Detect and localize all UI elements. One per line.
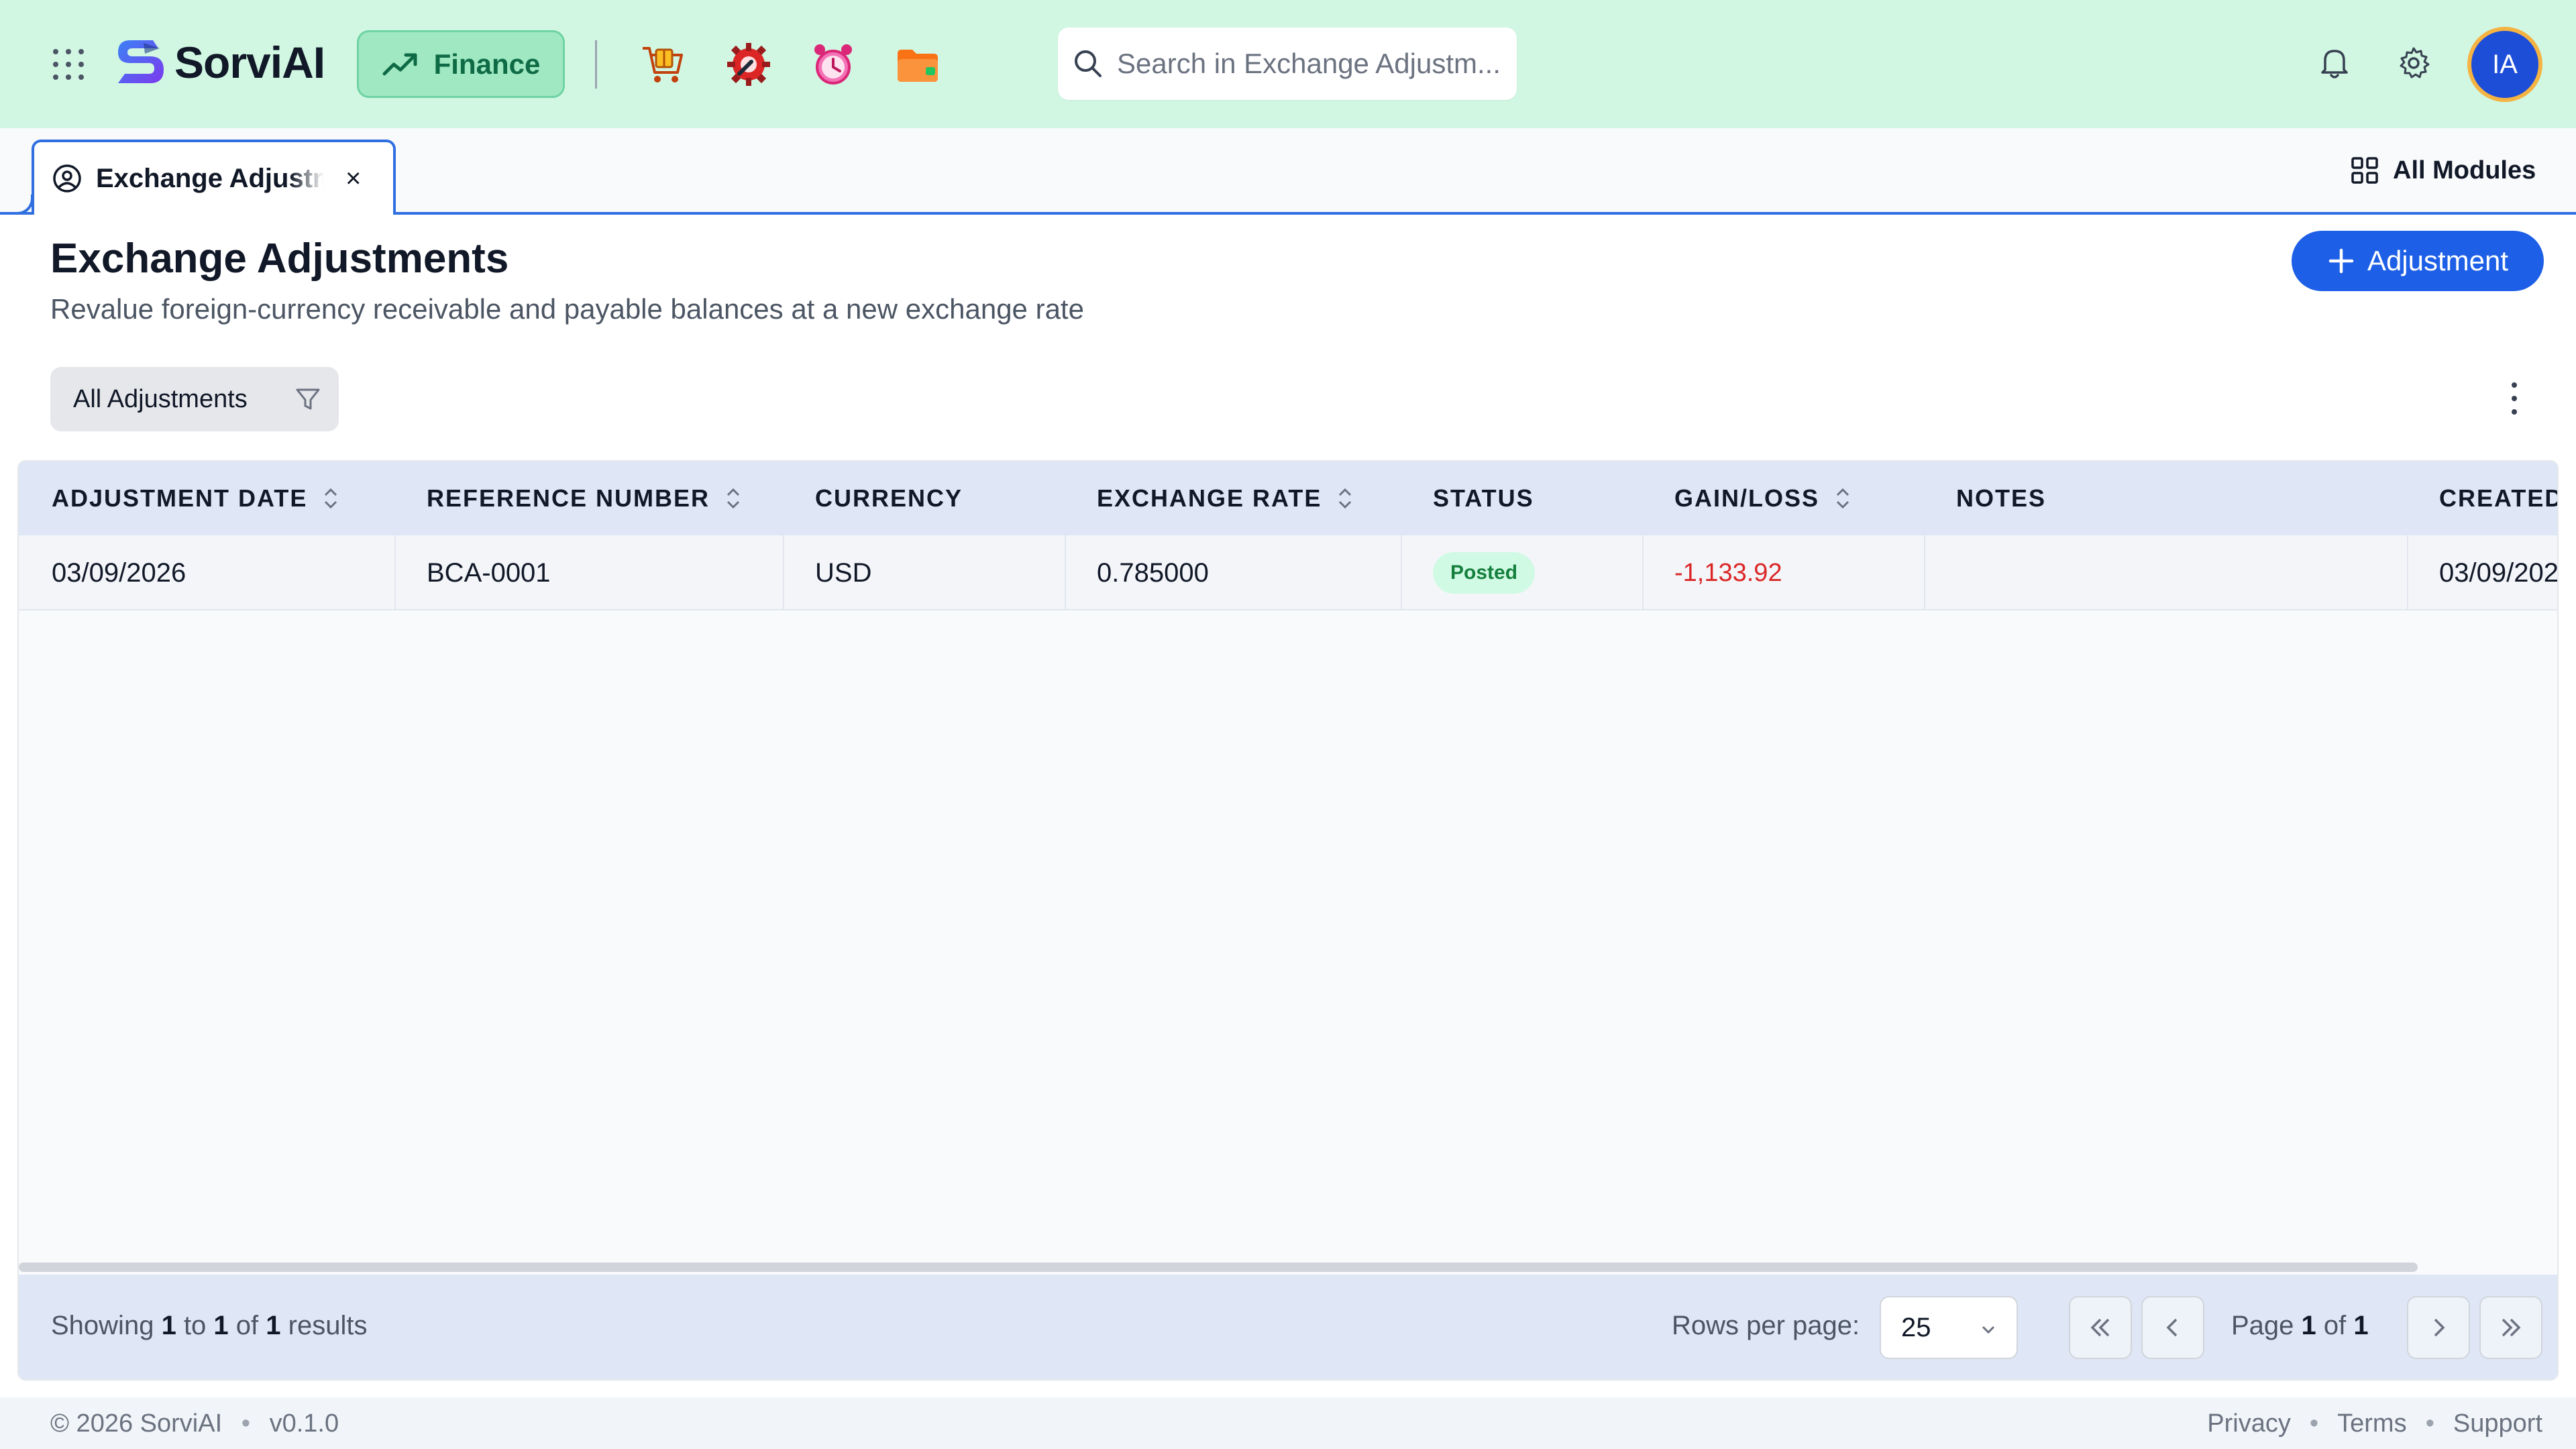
results-summary: Showing 1 to 1 of 1 results [51, 1311, 368, 1340]
cell-exchange-rate: 0.785000 [1097, 557, 1209, 588]
column-divider [1401, 535, 1402, 610]
column-label: NOTES [1956, 484, 2047, 512]
cell-gain-loss: -1,133.92 [1674, 558, 1782, 587]
all-modules-label: All Modules [2393, 156, 2536, 184]
user-circle-icon [53, 164, 81, 193]
chevrons-left-icon [2090, 1318, 2110, 1337]
column-label: GAIN/LOSS [1674, 484, 1820, 512]
rows-per-page-label: Rows per page: [1672, 1311, 1860, 1340]
footer-links: Privacy • Terms • Support [2207, 1409, 2542, 1438]
app-version: v0.1.0 [269, 1409, 339, 1438]
privacy-link[interactable]: Privacy [2207, 1409, 2291, 1438]
module-label: Finance [433, 48, 541, 80]
sort-icon[interactable] [1336, 485, 1354, 512]
column-label: CURRENCY [815, 484, 963, 512]
last-page-button[interactable] [2479, 1296, 2542, 1359]
support-link[interactable]: Support [2453, 1409, 2542, 1438]
page-indicator: Page 1 of 1 [2231, 1311, 2369, 1340]
column-divider [1642, 535, 1644, 610]
column-header-currency[interactable]: CURRENCY [815, 462, 963, 535]
gear-icon[interactable] [2395, 44, 2432, 82]
avatar[interactable]: IA [2467, 27, 2542, 102]
next-page-button[interactable] [2407, 1296, 2470, 1359]
column-header-created[interactable]: CREATED [2439, 462, 2559, 535]
column-header-adjustment-date[interactable]: ADJUSTMENT DATE [52, 462, 339, 535]
more-options-icon[interactable] [2506, 382, 2522, 415]
sort-icon[interactable] [1834, 485, 1851, 512]
first-page-button[interactable] [2069, 1296, 2132, 1359]
column-header-status[interactable]: STATUS [1433, 462, 1534, 535]
column-header-gain-loss[interactable]: GAIN/LOSS [1674, 462, 1851, 535]
column-label: CREATED [2439, 484, 2559, 512]
cell-currency: USD [815, 557, 872, 588]
folder-icon[interactable] [894, 40, 942, 89]
column-divider [1065, 535, 1066, 610]
plus-icon [2328, 248, 2354, 274]
search-icon [1075, 50, 1102, 77]
table-header: ADJUSTMENT DATE REFERENCE NUMBER CURRENC… [19, 462, 2559, 535]
chevron-left-icon [2166, 1318, 2178, 1337]
module-switcher-button[interactable]: Finance [357, 30, 565, 98]
chevron-down-icon [1982, 1326, 1995, 1334]
bell-icon[interactable] [2316, 44, 2353, 82]
cell-reference-number[interactable]: BCA-0001 [427, 535, 551, 610]
page-title: Exchange Adjustments [50, 235, 509, 282]
sort-icon[interactable] [724, 485, 742, 512]
cell-created: 03/09/2026 [2439, 557, 2559, 588]
avatar-initials: IA [2492, 49, 2518, 79]
cell-adjustment-date: 03/09/2026 [52, 557, 186, 588]
column-divider [394, 535, 396, 610]
previous-page-button[interactable] [2141, 1296, 2204, 1359]
column-label: STATUS [1433, 484, 1534, 512]
filter-icon[interactable] [293, 384, 323, 414]
column-label: EXCHANGE RATE [1097, 484, 1322, 512]
add-button-label: Adjustment [2367, 245, 2509, 276]
column-header-notes[interactable]: NOTES [1956, 462, 2046, 535]
add-adjustment-button[interactable]: Adjustment [2292, 231, 2544, 291]
rows-per-page-value: 25 [1901, 1312, 1931, 1342]
service-gear-icon[interactable] [724, 40, 773, 89]
shopping-cart-icon[interactable] [639, 40, 687, 89]
column-divider [2407, 535, 2408, 610]
view-filter-select[interactable]: All Adjustments [50, 367, 339, 431]
alarm-clock-icon[interactable] [809, 40, 857, 89]
column-label: REFERENCE NUMBER [427, 484, 710, 512]
page-footer: © 2026 SorviAI • v0.1.0 Privacy • Terms … [0, 1397, 2576, 1449]
view-filter-label: All Adjustments [73, 384, 248, 413]
all-modules-button[interactable]: All Modules [2350, 156, 2536, 185]
column-divider [783, 535, 784, 610]
tab-close-button[interactable]: × [345, 164, 361, 194]
rows-per-page-select[interactable]: 25 [1880, 1296, 2018, 1359]
tab-exchange-adjustments[interactable]: Exchange Adjustments × [32, 140, 396, 215]
horizontal-scrollbar[interactable] [19, 1263, 2418, 1272]
table-footer: Showing 1 to 1 of 1 results Rows per pag… [19, 1275, 2557, 1379]
status-badge: Posted [1433, 552, 1536, 594]
column-label: ADJUSTMENT DATE [52, 484, 308, 512]
footer-copyright: © 2026 SorviAI • v0.1.0 [50, 1409, 339, 1438]
adjustments-table: ADJUSTMENT DATE REFERENCE NUMBER CURRENC… [17, 460, 2559, 1381]
brand-name: SorviAI [174, 38, 325, 87]
search-input[interactable]: Search in Exchange Adjustm... [1058, 28, 1517, 100]
chevron-right-icon [2434, 1318, 2445, 1337]
column-divider [1924, 535, 1925, 610]
table-row[interactable]: 03/09/2026 BCA-0001 USD 0.785000 Posted … [19, 535, 2559, 610]
search-placeholder: Search in Exchange Adjustm... [1117, 48, 1501, 79]
sort-icon[interactable] [322, 485, 339, 512]
column-header-reference-number[interactable]: REFERENCE NUMBER [427, 462, 742, 535]
grid-icon [2351, 157, 2378, 184]
tab-label: Exchange Adjustments [96, 163, 324, 193]
cell-status: Posted [1433, 535, 1536, 610]
terms-link[interactable]: Terms [2337, 1409, 2406, 1438]
divider [595, 40, 597, 89]
trend-up-icon [382, 53, 417, 75]
column-header-exchange-rate[interactable]: EXCHANGE RATE [1097, 462, 1354, 535]
apps-grid-icon[interactable] [52, 48, 85, 80]
chevrons-right-icon [2502, 1318, 2521, 1337]
brand[interactable]: SorviAI [111, 34, 325, 91]
brand-logo-icon [118, 40, 164, 83]
top-bar: SorviAI Finance Search in Exchange Adjus… [0, 0, 2576, 128]
page-subtitle: Revalue foreign-currency receivable and … [50, 293, 1084, 325]
